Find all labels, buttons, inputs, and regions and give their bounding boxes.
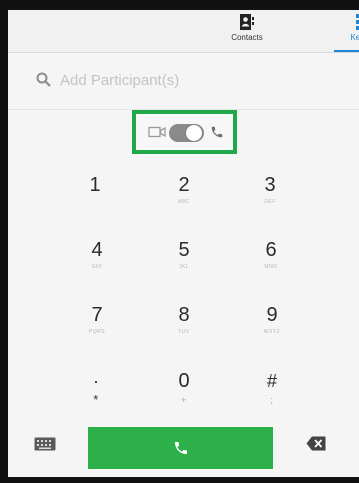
key-hash[interactable]: # ;	[227, 356, 317, 416]
key-digit: 6	[265, 239, 277, 261]
search-icon	[36, 72, 51, 87]
video-icon	[148, 126, 166, 138]
key-star[interactable]: · *	[51, 356, 141, 416]
key-letters: TUV	[178, 329, 190, 335]
tab-bar: Contacts Keypad	[8, 10, 359, 53]
dial-keypad: 1 2 ABC 3 DEF 4 GHI 5 JKL 6 MNO 7 PQRS 8…	[8, 160, 359, 418]
key-digit: 4	[91, 239, 103, 261]
key-7[interactable]: 7 PQRS	[52, 290, 142, 350]
toggle-knob	[186, 125, 202, 141]
keyboard-icon[interactable]	[34, 437, 56, 451]
key-digit: ·	[93, 371, 99, 391]
tab-keypad-label: Keypad	[350, 33, 359, 42]
active-tab-indicator	[334, 50, 359, 52]
key-3[interactable]: 3 DEF	[225, 160, 315, 220]
key-digit: 8	[178, 304, 190, 326]
key-letters: ;	[270, 395, 274, 405]
phone-icon	[211, 126, 223, 138]
key-digit: 5	[178, 239, 190, 261]
key-2[interactable]: 2 ABC	[139, 160, 229, 220]
key-letters: WXYZ	[263, 329, 281, 335]
dialer-screen: Contacts Keypad	[8, 10, 359, 477]
key-letters: PQRS	[88, 329, 106, 335]
key-digit: #	[266, 371, 277, 391]
key-digit: 9	[266, 304, 278, 326]
key-digit: 2	[178, 174, 190, 196]
key-letters: *	[93, 392, 99, 407]
key-letters: ABC	[178, 199, 190, 205]
key-letters: DEF	[264, 199, 276, 205]
phone-icon	[175, 442, 187, 454]
key-digit: 7	[91, 304, 103, 326]
search-placeholder: Add Participant(s)	[60, 72, 180, 89]
call-mode-toggle-highlight	[132, 110, 237, 154]
key-0[interactable]: 0 +	[139, 356, 229, 416]
key-letters: +	[181, 395, 187, 405]
key-digit: 3	[264, 174, 276, 196]
call-button[interactable]	[88, 427, 273, 469]
key-5[interactable]: 5 JKL	[139, 225, 229, 285]
tab-keypad[interactable]: Keypad	[334, 10, 359, 52]
key-1[interactable]: 1	[50, 160, 140, 220]
key-letters: JKL	[178, 264, 190, 270]
key-digit: 1	[89, 174, 101, 196]
call-mode-toggle[interactable]	[169, 124, 204, 142]
device-frame: Contacts Keypad	[0, 0, 359, 483]
key-letters: MNO	[264, 264, 278, 270]
key-letters	[50, 199, 140, 207]
backspace-icon[interactable]	[306, 436, 326, 451]
key-digit: 0	[178, 370, 190, 392]
bottom-action-bar	[8, 423, 359, 473]
key-6[interactable]: 6 MNO	[226, 225, 316, 285]
tab-contacts-label: Contacts	[231, 33, 263, 42]
contacts-icon	[240, 14, 254, 30]
tab-contacts[interactable]: Contacts	[222, 10, 272, 52]
add-participant-search[interactable]: Add Participant(s)	[8, 64, 359, 98]
key-4[interactable]: 4 GHI	[52, 225, 142, 285]
key-9[interactable]: 9 WXYZ	[227, 290, 317, 350]
key-8[interactable]: 8 TUV	[139, 290, 229, 350]
key-letters: GHI	[91, 264, 103, 270]
